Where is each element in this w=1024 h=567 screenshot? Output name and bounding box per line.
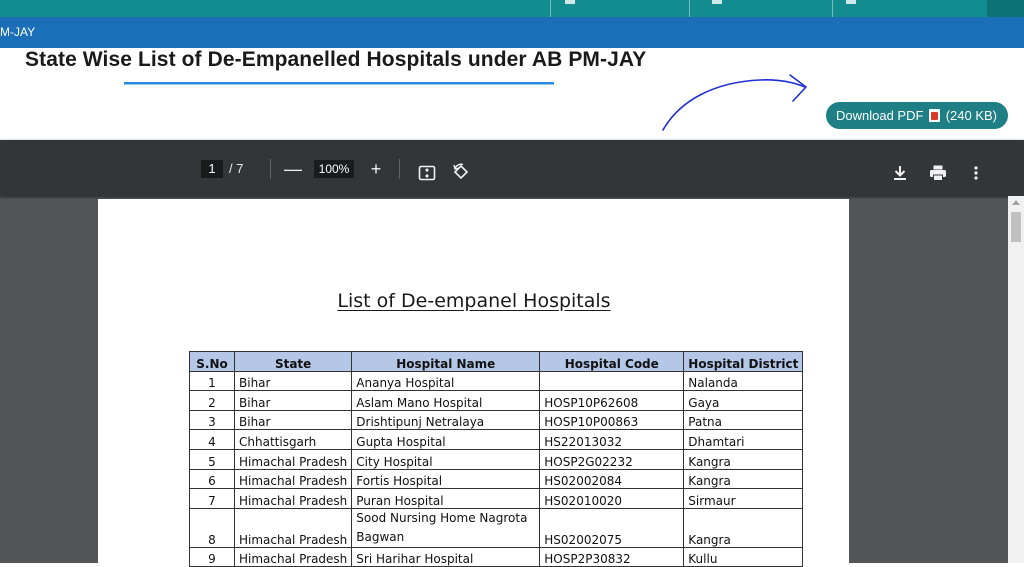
- more-options-icon[interactable]: [971, 161, 981, 185]
- hand-drawn-arrow-icon: [662, 74, 807, 131]
- cell-hospital-name: Aslam Mano Hospital: [351, 390, 541, 411]
- cell-hospital-district: Kangra: [683, 507, 804, 548]
- top-bar-separator: [832, 0, 833, 17]
- top-bar-separator: [550, 0, 551, 17]
- cell-sno: 8: [189, 507, 235, 548]
- pdf-toolbar: 1 / 7 — 100% +: [0, 140, 1024, 196]
- download-pdf-label: Download PDF: [836, 108, 924, 123]
- menu-item-icon[interactable]: [565, 0, 575, 4]
- cell-hospital-name: Gupta Hospital: [351, 429, 541, 450]
- table-row: 8 Himachal Pradesh Sood Nursing Home Nag…: [189, 507, 804, 548]
- table-row: 5 Himachal Pradesh City Hospital HOSP2G0…: [189, 448, 804, 470]
- column-header-state: State: [233, 351, 353, 372]
- top-navigation-bar: [0, 0, 1024, 17]
- cell-sno: 2: [189, 390, 235, 411]
- cell-state: Bihar: [233, 390, 353, 411]
- table-row: 4 Chhattisgarh Gupta Hospital HS22013032…: [189, 429, 804, 450]
- menu-item-icon[interactable]: [712, 0, 722, 4]
- page-total: / 7: [229, 161, 244, 176]
- cell-state: Himachal Pradesh: [233, 507, 353, 548]
- table-row: 2 Bihar Aslam Mano Hospital HOSP10P62608…: [189, 390, 804, 411]
- hospital-table: S.No State Hospital Name Hospital Code H…: [189, 351, 804, 567]
- pdf-viewer: 1 / 7 — 100% + List of De-empanel Hospit…: [0, 140, 1024, 567]
- cell-sno: 3: [189, 409, 235, 431]
- cell-state: Bihar: [233, 409, 353, 431]
- cell-hospital-code: HS22013032: [539, 429, 685, 450]
- document-title: List of De-empanel Hospitals: [337, 290, 611, 312]
- cell-hospital-district: Kullu: [683, 546, 804, 567]
- table-row: 3 Bihar Drishtipunj Netralaya HOSP10P008…: [189, 409, 804, 431]
- cell-hospital-name: Ananya Hospital: [351, 370, 541, 392]
- toolbar-divider: [399, 159, 400, 179]
- cell-hospital-district: Kangra: [683, 448, 804, 470]
- breadcrumb-bar: M-JAY: [0, 17, 1024, 48]
- cell-hospital-district: Patna: [683, 409, 804, 431]
- scroll-up-arrow-icon[interactable]: [1012, 200, 1020, 205]
- table-row: 9 Himachal Pradesh Sri Harihar Hospital …: [189, 546, 804, 567]
- cell-sno: 1: [189, 370, 235, 392]
- cell-sno: 9: [189, 546, 235, 567]
- cell-hospital-code: [539, 370, 685, 392]
- cell-state: Himachal Pradesh: [233, 546, 353, 567]
- page-number-input[interactable]: 1: [201, 160, 223, 178]
- cell-hospital-district: Sirmaur: [683, 488, 804, 509]
- title-underline: [124, 82, 554, 85]
- cell-hospital-name: City Hospital: [351, 448, 541, 470]
- cell-state: Himachal Pradesh: [233, 488, 353, 509]
- cell-hospital-name: Fortis Hospital: [351, 468, 541, 490]
- cell-hospital-code: HS02002084: [539, 468, 685, 490]
- cell-state: Chhattisgarh: [233, 429, 353, 450]
- column-header-hospital-district: Hospital District: [683, 351, 804, 372]
- top-bar-end-button[interactable]: [987, 0, 1024, 17]
- print-icon[interactable]: [929, 161, 947, 185]
- cell-hospital-name: Puran Hospital: [351, 488, 541, 509]
- cell-state: Himachal Pradesh: [233, 468, 353, 490]
- cell-hospital-name: Sri Harihar Hospital: [351, 546, 541, 567]
- table-row: 7 Himachal Pradesh Puran Hospital HS0201…: [189, 488, 804, 509]
- column-header-hospital-code: Hospital Code: [539, 351, 685, 372]
- cell-hospital-code: HS02010020: [539, 488, 685, 509]
- pdf-page: List of De-empanel Hospitals S.No State …: [98, 199, 849, 567]
- top-bar-separator: [689, 0, 690, 17]
- cell-sno: 7: [189, 488, 235, 509]
- vertical-scrollbar[interactable]: [1008, 196, 1024, 563]
- fit-page-icon[interactable]: [418, 161, 436, 185]
- table-row: 6 Himachal Pradesh Fortis Hospital HS020…: [189, 468, 804, 490]
- pdf-file-icon: [929, 109, 941, 122]
- page-title: State Wise List of De-Empanelled Hospita…: [25, 48, 647, 71]
- download-pdf-size: (240 KB): [945, 108, 997, 123]
- cell-hospital-district: Gaya: [683, 390, 804, 411]
- column-header-hospital-name: Hospital Name: [351, 351, 541, 372]
- cell-hospital-code: HOSP2P30832: [539, 546, 685, 567]
- cell-hospital-name: Drishtipunj Netralaya: [351, 409, 541, 431]
- zoom-in-button[interactable]: +: [366, 157, 386, 181]
- table-row: 1 Bihar Ananya Hospital Nalanda: [189, 370, 804, 392]
- cell-sno: 6: [189, 468, 235, 490]
- cell-hospital-code: HOSP10P62608: [539, 390, 685, 411]
- menu-item-icon[interactable]: [846, 0, 856, 4]
- download-pdf-button[interactable]: Download PDF (240 KB): [826, 102, 1008, 129]
- scroll-thumb[interactable]: [1011, 212, 1021, 242]
- breadcrumb-text: M-JAY: [0, 25, 36, 39]
- cell-hospital-district: Dhamtari: [683, 429, 804, 450]
- cell-hospital-code: HS02002075: [539, 507, 685, 548]
- zoom-input[interactable]: 100%: [314, 160, 354, 178]
- cell-hospital-name: Sood Nursing Home Nagrota Bagwan: [351, 507, 541, 548]
- rotate-icon[interactable]: [451, 160, 471, 184]
- cell-sno: 4: [189, 429, 235, 450]
- toolbar-divider: [270, 159, 271, 179]
- cell-hospital-code: HOSP2G02232: [539, 448, 685, 470]
- cell-state: Bihar: [233, 370, 353, 392]
- cell-hospital-district: Kangra: [683, 468, 804, 490]
- zoom-out-button[interactable]: —: [284, 157, 302, 181]
- cell-sno: 5: [189, 448, 235, 470]
- column-header-sno: S.No: [189, 351, 235, 372]
- cell-state: Himachal Pradesh: [233, 448, 353, 470]
- cell-hospital-code: HOSP10P00863: [539, 409, 685, 431]
- cell-hospital-district: Nalanda: [683, 370, 804, 392]
- table-header-row: S.No State Hospital Name Hospital Code H…: [189, 351, 804, 372]
- download-icon[interactable]: [892, 161, 908, 185]
